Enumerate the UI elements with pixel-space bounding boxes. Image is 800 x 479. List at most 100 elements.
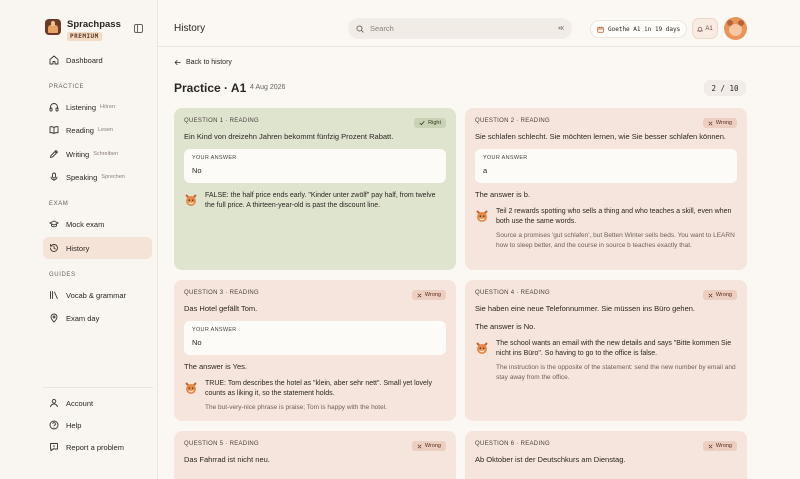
verdict-badge: Wrong [702,118,737,128]
header-divider [158,46,800,47]
sidebar-collapse-icon[interactable] [134,24,143,33]
mortarboard-icon [49,220,59,228]
check-icon [419,121,425,126]
fox-mascot-icon [476,210,488,222]
history-icon [50,244,58,252]
help-circle-icon [49,420,59,430]
correct-answer: The answer is No. [475,322,536,331]
question-text: Ab Oktober ist der Deutschkurs am Dienst… [475,455,626,464]
sidebar-item-label: Mock exam [66,219,105,229]
sidebar-item-label: Reading [66,125,94,135]
practice-title: Practice · A1 [174,81,247,95]
explanation-text: FALSE: the half price ends early. "Kinde… [205,192,436,210]
sidebar-item-label: Speaking [66,172,98,182]
verdict-badge: Wrong [411,290,446,300]
x-icon [417,293,422,297]
sidebar-item-label: Vocab & grammar [66,290,127,300]
sidebar-item-account[interactable]: Account [43,392,152,414]
sidebar-item-label: History [66,243,90,253]
your-answer-value: No [192,166,202,175]
sidebar-item-label: Listening [66,102,97,112]
arrow-left-icon [174,60,181,65]
level-badge[interactable]: A1 [692,18,718,39]
your-answer-box: YOUR ANSWER No [184,321,446,355]
sidebar-item-vocab-grammar[interactable]: Vocab & grammar [43,284,152,306]
brand-name: Sprachpass [67,19,121,30]
home-icon [49,55,59,65]
question-text: Sie haben eine neue Telefonnummer. Sie m… [475,304,696,313]
user-icon [50,399,58,408]
sidebar-item-label: Writing [66,149,90,159]
explanation-note: The but-very-nice phrase is praise; Tom … [205,404,387,412]
question-text: Sie schlafen schlecht. Sie möchten lerne… [475,132,726,141]
question-text: Ein Kind von dreizehn Jahren bekommt fün… [184,132,394,141]
sidebar: Sprachpass PREMIUM Dashboard PRACTICE Li… [0,0,158,479]
sidebar-item-mock-exam[interactable]: Mock exam [43,213,152,235]
sidebar-item-report-problem[interactable]: Report a problem [43,436,152,458]
calendar-icon [597,26,604,33]
question-card: QUESTION 5 · READING Wrong Das Fahrrad i… [174,431,456,479]
your-answer-label: YOUR ANSWER [483,155,528,161]
sidebar-item-exam-day[interactable]: Exam day [43,307,152,329]
x-icon [708,444,713,448]
x-icon [708,121,713,125]
practice-date: 4 Aug 2026 [250,84,286,91]
question-label: QUESTION 6 · READING [475,441,551,447]
brand[interactable]: Sprachpass PREMIUM [45,19,121,41]
sidebar-item-help[interactable]: Help [43,414,152,436]
sidebar-divider [43,387,153,388]
fox-mascot-icon [476,342,488,354]
sidebar-item-label: Help [66,420,82,430]
avatar[interactable] [724,17,747,40]
verdict-text: Wrong [715,443,732,449]
pen-icon [50,150,58,158]
search-shortcut: ⌘K [557,25,564,32]
question-card: QUESTION 3 · READING Wrong Das Hotel gef… [174,280,456,421]
search-input[interactable] [370,24,552,33]
exam-countdown[interactable]: Goethe A1 in 19 days [590,20,688,38]
library-icon [50,291,58,299]
message-alert-icon [50,443,58,452]
microphone-icon [50,172,58,181]
sidebar-item-history[interactable]: History [43,237,152,259]
sidebar-item-dashboard[interactable]: Dashboard [43,49,152,71]
question-text: Das Fahrrad ist nicht neu. [184,455,270,464]
back-to-history-link[interactable]: Back to history [174,59,232,66]
bell-icon [697,26,704,32]
sidebar-item-label: Dashboard [66,55,103,65]
sidebar-item-writing[interactable]: Writing Schreiben [43,143,152,165]
correct-answer: The answer is Yes. [184,362,247,371]
section-label-practice: PRACTICE [49,84,85,90]
sidebar-item-sublabel: Hören [100,104,116,110]
headphones-icon [49,103,59,112]
sidebar-item-reading[interactable]: Reading Lesen [43,119,152,141]
question-card: QUESTION 6 · READING Wrong Ab Oktober is… [465,431,747,479]
verdict-badge: Right [414,118,446,128]
question-label: QUESTION 1 · READING [184,118,260,124]
explanation-note: Source a promises 'gut schlafen', but Be… [496,232,735,249]
your-answer-label: YOUR ANSWER [192,155,237,161]
question-card: QUESTION 4 · READING Wrong Sie haben ein… [465,280,747,421]
countdown-text: Goethe A1 in 19 days [608,25,681,33]
explanation-text: TRUE: Tom describes the hotel as "klein,… [205,380,432,398]
your-answer-box: YOUR ANSWER a [475,149,737,183]
sidebar-item-speaking[interactable]: Speaking Sprechen [43,166,152,188]
question-text: Das Hotel gefällt Tom. [184,304,258,313]
your-answer-value: No [192,338,202,347]
question-label: QUESTION 4 · READING [475,290,551,296]
your-answer-value: a [483,166,488,175]
x-icon [708,293,713,297]
verdict-text: Wrong [424,443,441,449]
verdict-badge: Wrong [702,441,737,451]
your-answer-box: YOUR ANSWER No [184,149,446,183]
logo-icon [45,19,61,35]
sidebar-item-listening[interactable]: Listening Hören [43,96,152,118]
level-text: A1 [705,25,713,32]
sidebar-item-label: Report a problem [66,442,124,452]
your-answer-label: YOUR ANSWER [192,327,237,333]
verdict-badge: Wrong [702,290,737,300]
question-pager[interactable]: 2 / 10 [704,80,746,96]
search-bar[interactable]: ⌘K [348,18,572,39]
search-icon [356,24,364,33]
premium-badge: PREMIUM [67,32,102,41]
